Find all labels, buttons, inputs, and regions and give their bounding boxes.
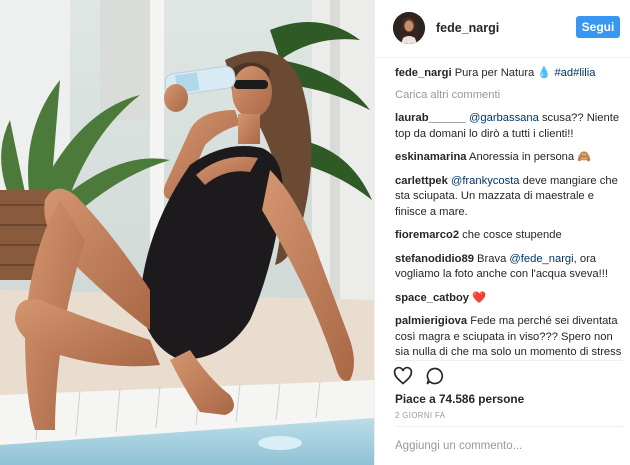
comment-username[interactable]: laurab______ [395,112,466,124]
comment-mention[interactable]: @garbassana [469,112,539,124]
list-item: eskinamarina Anoressia in persona 🙈 [395,150,623,166]
comment-text: Anoressia in persona 🙈 [466,151,592,163]
comment-bubble-icon[interactable] [425,366,445,386]
post-header: fede_nargi Segui [375,0,630,58]
list-item: palmierigiova Fede ma perché sei diventa… [395,314,623,358]
header-username[interactable]: fede_nargi [436,21,499,35]
list-item: stefanodidio89 Brava @fede_nargi, ora vo… [395,252,623,283]
add-comment-input[interactable]: Aggiungi un commento... [395,440,522,452]
caption-text: Pura per Natura 💧 [454,67,552,79]
heart-icon[interactable] [393,366,413,386]
list-item: fioremarco2 che cosce stupende [395,228,623,244]
comments-list: fede_nargi Pura per Natura 💧 #ad#lilia C… [395,66,623,358]
comment-username[interactable]: palmierigiova [395,315,467,327]
likes-count[interactable]: Piace a 74.586 persone [395,392,524,406]
comment-text: ❤️ [469,291,487,304]
divider [395,360,623,361]
comment-username[interactable]: eskinamarina [395,151,467,163]
comment-username[interactable]: space_catboy [395,292,469,304]
instagram-post-view: fede_nargi Segui fede_nargi Pura per Nat… [0,0,630,465]
comment-username[interactable]: carlettpek [395,175,448,187]
comment-mention[interactable]: @frankycosta [451,175,520,187]
caption: fede_nargi Pura per Natura 💧 #ad#lilia [395,66,623,82]
divider [395,426,623,427]
load-more-comments-link[interactable]: Carica altri commenti [395,88,623,104]
avatar-image [393,12,425,44]
caption-hashtags[interactable]: #ad#lilia [554,67,595,79]
post-timestamp: 2 GIORNI FA [395,411,446,420]
comment-text: che cosce stupende [459,229,562,241]
list-item: laurab______ @garbassana scusa?? Niente … [395,111,623,142]
photo-illustration [0,0,374,465]
follow-button[interactable]: Segui [576,16,620,38]
comment-username[interactable]: fioremarco2 [395,229,459,241]
post-photo[interactable] [0,0,374,465]
comment-mention[interactable]: @fede_nargi [509,253,573,265]
comment-username[interactable]: stefanodidio89 [395,253,474,265]
avatar[interactable] [393,12,425,44]
list-item: carlettpek @frankycosta deve mangiare ch… [395,174,623,221]
post-sidebar: fede_nargi Segui fede_nargi Pura per Nat… [374,0,630,465]
list-item: space_catboy ❤️ [395,291,623,307]
caption-username[interactable]: fede_nargi [395,67,452,79]
comment-text: Brava [473,252,510,265]
